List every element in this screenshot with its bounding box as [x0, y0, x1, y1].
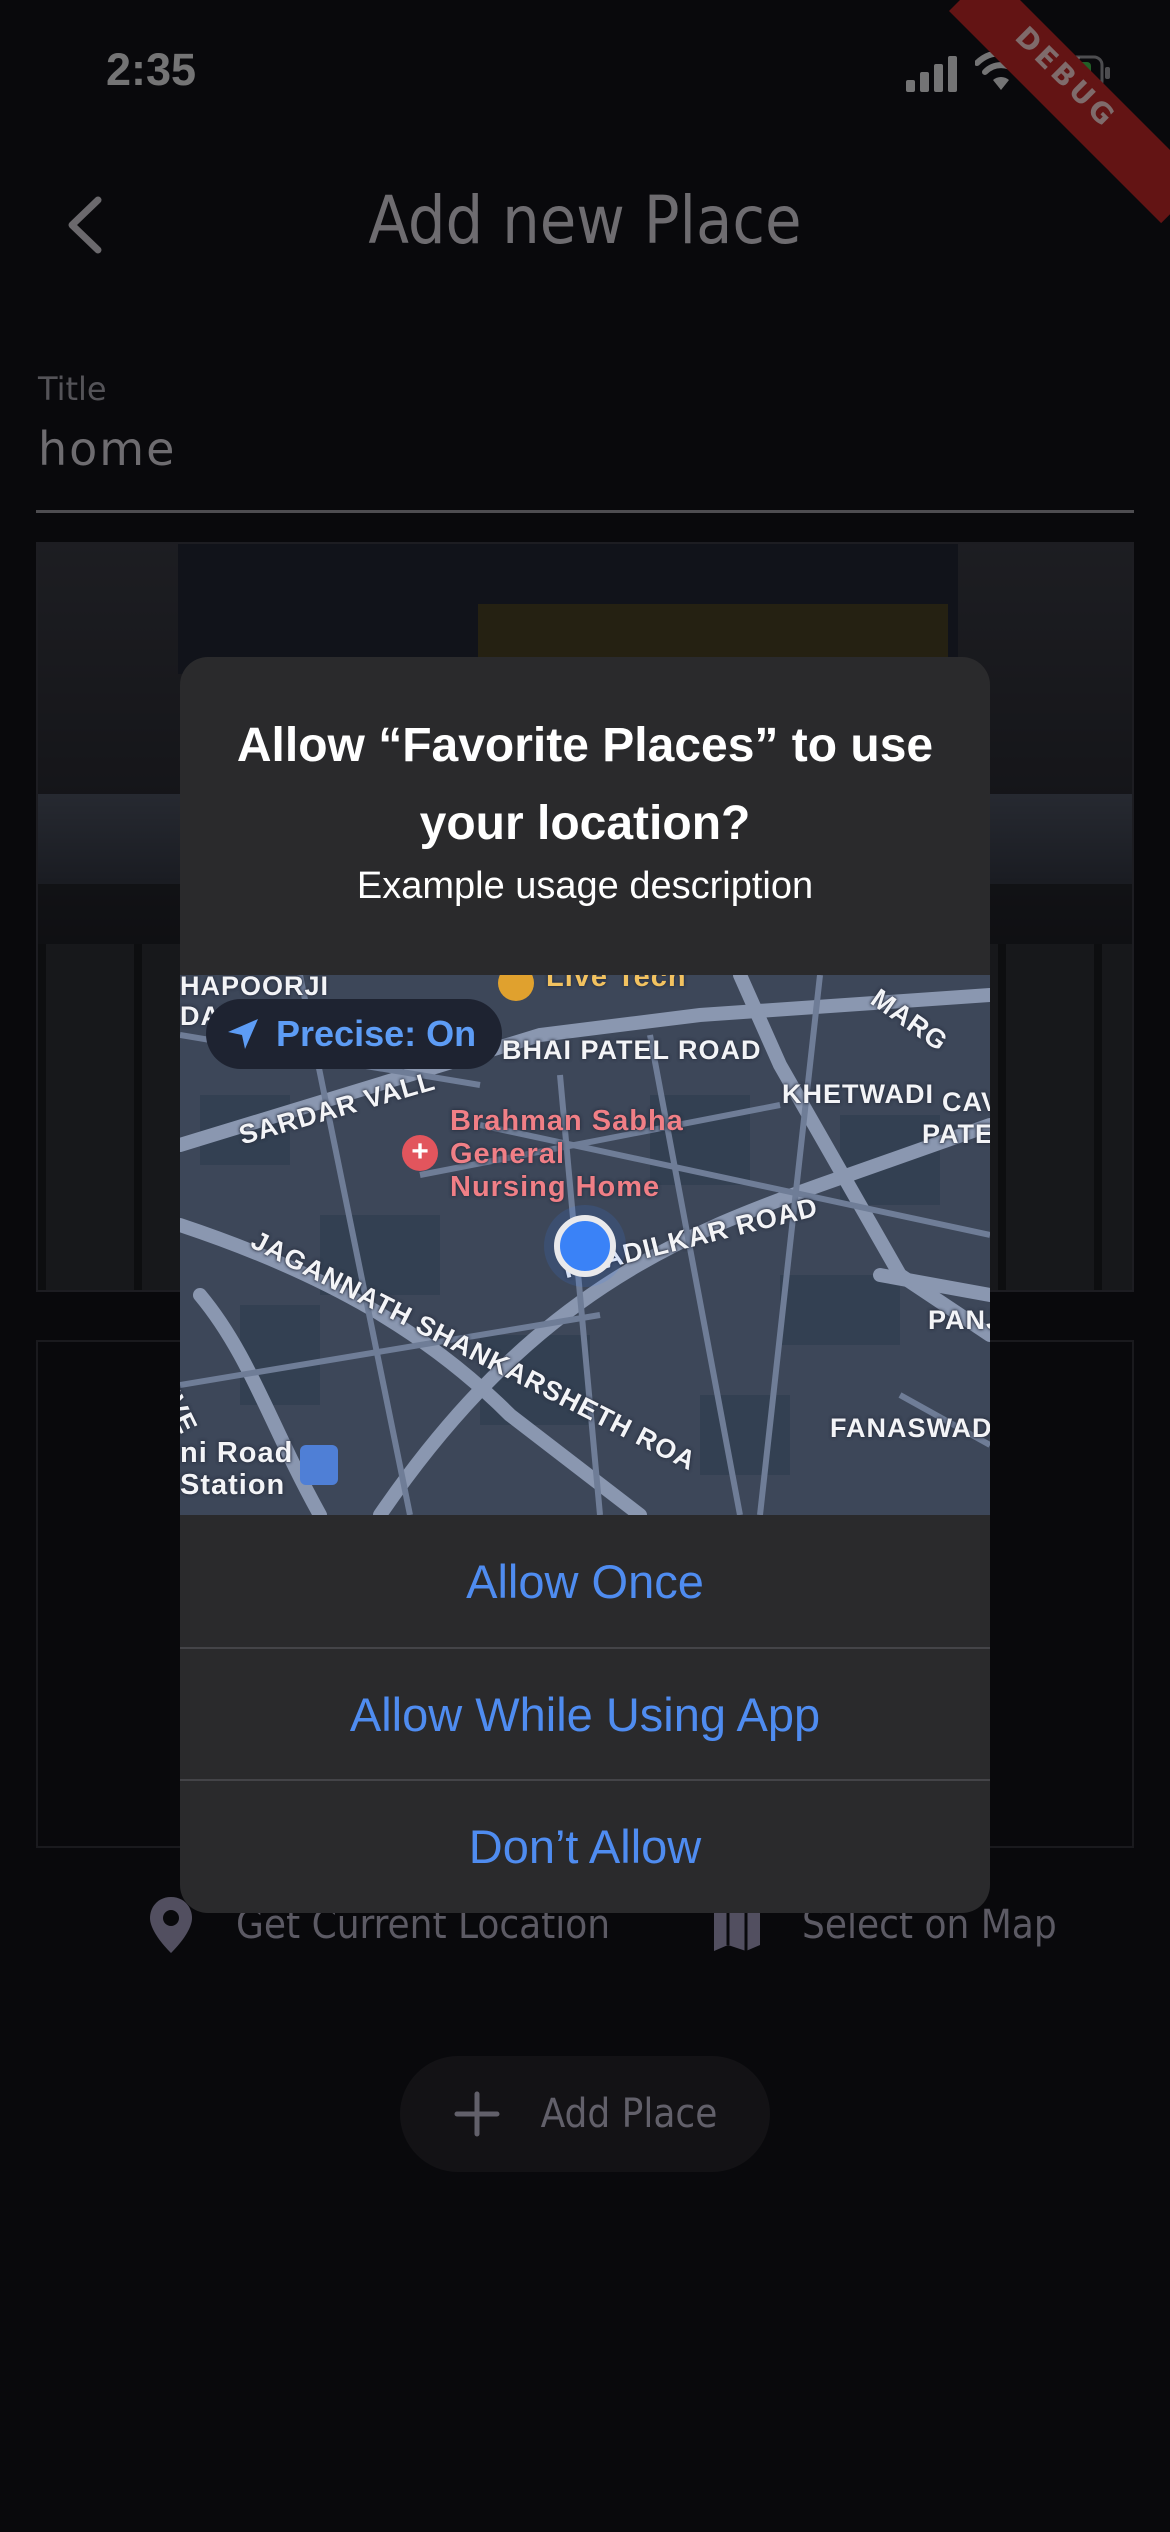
location-arrow-icon [228, 1019, 258, 1049]
allow-while-using-app-button[interactable]: Allow While Using App [180, 1647, 990, 1779]
map-label-panj: PANJ [928, 1305, 990, 1335]
dont-allow-button[interactable]: Don’t Allow [180, 1779, 990, 1911]
map-label-hapoorji: HAPOORJI [180, 975, 330, 1001]
allow-once-button[interactable]: Allow Once [180, 1515, 990, 1647]
hospital-icon: + [402, 1135, 438, 1171]
train-station-icon [300, 1445, 338, 1485]
precise-location-toggle[interactable]: Precise: On [206, 999, 503, 1069]
map-label-bhai-patel-road: BHAI PATEL ROAD [502, 1035, 762, 1065]
location-permission-alert: Allow “Favorite Places” to use your loca… [180, 657, 990, 1913]
alert-message: Example usage description [356, 865, 814, 907]
alert-map-preview: HAPOORJI DAD Live Tech MARG BHAI PATEL R… [180, 975, 990, 1515]
map-label-fanaswadi: FANASWADI [830, 1413, 990, 1443]
map-label-patel: PATEL [922, 1119, 990, 1149]
alert-title: Allow “Favorite Places” to use your loca… [236, 719, 934, 850]
map-label-khetwadi: KHETWADI [782, 1079, 934, 1109]
map-label-live-tech: Live Tech [546, 975, 687, 993]
user-location-dot [554, 1215, 616, 1277]
map-label-cav: CAV [942, 1087, 990, 1117]
map-label-brahman-sabha-nursing-home: Brahman Sabha General Nursing Home [450, 1105, 684, 1203]
map-label-station: ni Road Station [180, 1437, 294, 1501]
precise-label: Precise: On [276, 1013, 477, 1054]
